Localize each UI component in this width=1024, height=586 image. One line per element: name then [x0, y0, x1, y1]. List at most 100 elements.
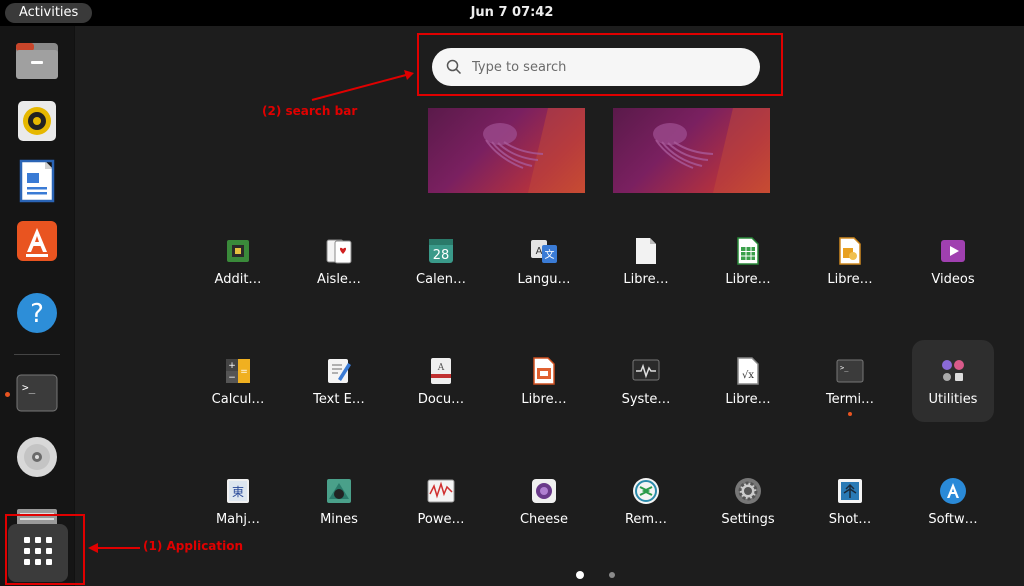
- app-label: Powe…: [417, 512, 465, 527]
- app-aisleriot[interactable]: Aisle…: [298, 220, 380, 302]
- dock-terminal[interactable]: >_: [14, 372, 60, 418]
- app-mahjongg[interactable]: 東 Mahj…: [197, 460, 279, 542]
- app-folder-utilities[interactable]: Utilities: [912, 340, 994, 422]
- blank-doc-icon: [631, 236, 661, 266]
- app-label: Libre…: [521, 392, 567, 407]
- dock-rhythmbox[interactable]: [14, 100, 60, 146]
- dock-help[interactable]: ?: [14, 292, 60, 338]
- app-label: Settings: [721, 512, 775, 527]
- software-icon: [938, 476, 968, 506]
- workspace-thumbnail-2[interactable]: [613, 108, 770, 193]
- app-calculator[interactable]: + − = Calcul…: [197, 340, 279, 422]
- translate-icon: A文: [529, 236, 559, 266]
- app-label: Cheese: [519, 512, 569, 527]
- math-icon: √x: [733, 356, 763, 386]
- chip-icon: [223, 236, 253, 266]
- mines-icon: [324, 476, 354, 506]
- play-icon: [938, 236, 968, 266]
- app-remmina[interactable]: Rem…: [605, 460, 687, 542]
- folder-icon: [15, 41, 59, 85]
- app-label: Libre…: [827, 272, 873, 287]
- gear-icon: [733, 476, 763, 506]
- app-label: Aisle…: [317, 272, 361, 287]
- app-label: Softw…: [928, 512, 978, 527]
- spreadsheet-icon: [733, 236, 763, 266]
- app-libreoffice-draw[interactable]: Libre…: [809, 220, 891, 302]
- running-indicator: [848, 412, 852, 416]
- svg-text:√x: √x: [742, 370, 754, 381]
- app-label: Libre…: [725, 392, 771, 407]
- app-settings[interactable]: Settings: [707, 460, 789, 542]
- page-indicator-active[interactable]: [576, 571, 584, 579]
- power-icon: [426, 476, 456, 506]
- draw-icon: [835, 236, 865, 266]
- remmina-icon: [631, 476, 661, 506]
- app-libreoffice-calc[interactable]: Libre…: [707, 220, 789, 302]
- app-libreoffice-impress[interactable]: Libre…: [503, 340, 585, 422]
- app-label: Mahj…: [215, 512, 261, 527]
- app-text-editor[interactable]: Text E…: [298, 340, 380, 422]
- speaker-icon: [17, 100, 57, 146]
- app-system-monitor[interactable]: Syste…: [605, 340, 687, 422]
- app-label: Text E…: [313, 392, 365, 407]
- dock-dvd[interactable]: [14, 436, 60, 482]
- impress-icon: [529, 356, 559, 386]
- app-calendar[interactable]: 28 Calen…: [400, 220, 482, 302]
- utilities-icon: [938, 356, 968, 386]
- svg-text:東: 東: [232, 485, 244, 499]
- app-terminal[interactable]: >_ Termi…: [809, 340, 891, 422]
- disc-icon: [16, 436, 58, 482]
- app-language-support[interactable]: A文 Langu…: [503, 220, 585, 302]
- calendar-icon: 28: [426, 236, 456, 266]
- store-icon: [16, 220, 58, 266]
- workspace-thumbnail-1[interactable]: [428, 108, 585, 193]
- jellyfish-wallpaper: [653, 108, 770, 193]
- app-label: Libre…: [623, 272, 669, 287]
- arrow-icon: [88, 543, 140, 553]
- document-viewer-icon: A: [426, 356, 456, 386]
- calculator-icon: + − =: [223, 356, 253, 386]
- page-indicator[interactable]: [609, 572, 615, 578]
- svg-text:=: =: [240, 367, 248, 377]
- app-videos[interactable]: Videos: [912, 220, 994, 302]
- app-additional-drivers[interactable]: Addit…: [197, 220, 279, 302]
- app-libreoffice[interactable]: Libre…: [605, 220, 687, 302]
- app-mines[interactable]: Mines: [298, 460, 380, 542]
- dock-files[interactable]: [14, 40, 60, 86]
- svg-text:−: −: [228, 373, 236, 383]
- app-label: Langu…: [517, 272, 571, 287]
- svg-text:?: ?: [30, 299, 44, 329]
- svg-text:A: A: [536, 246, 543, 257]
- app-label: Syste…: [621, 392, 671, 407]
- app-cheese[interactable]: Cheese: [503, 460, 585, 542]
- running-indicator: [5, 392, 10, 397]
- dock-app-center[interactable]: [14, 220, 60, 266]
- mahjong-icon: 東: [223, 476, 253, 506]
- search-bar-highlight: [417, 33, 783, 96]
- app-power-statistics[interactable]: Powe…: [400, 460, 482, 542]
- svg-text:文: 文: [545, 248, 555, 261]
- clock[interactable]: Jun 7 07:42: [0, 0, 1024, 26]
- app-software-updater[interactable]: Softw…: [912, 460, 994, 542]
- text-editor-icon: [324, 356, 354, 386]
- app-label: Videos: [931, 272, 975, 287]
- app-document-viewer[interactable]: A Docu…: [400, 340, 482, 422]
- app-button-highlight: [5, 514, 85, 585]
- calendar-day: 28: [433, 248, 450, 263]
- app-label: Calen…: [416, 272, 466, 287]
- search-bar-annotation: (2) search bar: [262, 104, 358, 118]
- jellyfish-wallpaper: [483, 108, 585, 193]
- monitor-icon: [631, 356, 661, 386]
- app-shotwell[interactable]: Shot…: [809, 460, 891, 542]
- dock-writer[interactable]: [14, 159, 60, 206]
- app-label: Calcul…: [211, 392, 265, 407]
- svg-text:>_: >_: [22, 381, 36, 394]
- app-label: Rem…: [624, 512, 668, 527]
- dock-separator: [14, 354, 60, 355]
- camera-icon: [529, 476, 559, 506]
- app-libreoffice-math[interactable]: √x Libre…: [707, 340, 789, 422]
- app-label: Termi…: [825, 392, 875, 407]
- app-label: Shot…: [828, 512, 872, 527]
- app-label: Addit…: [214, 272, 262, 287]
- shotwell-icon: [835, 476, 865, 506]
